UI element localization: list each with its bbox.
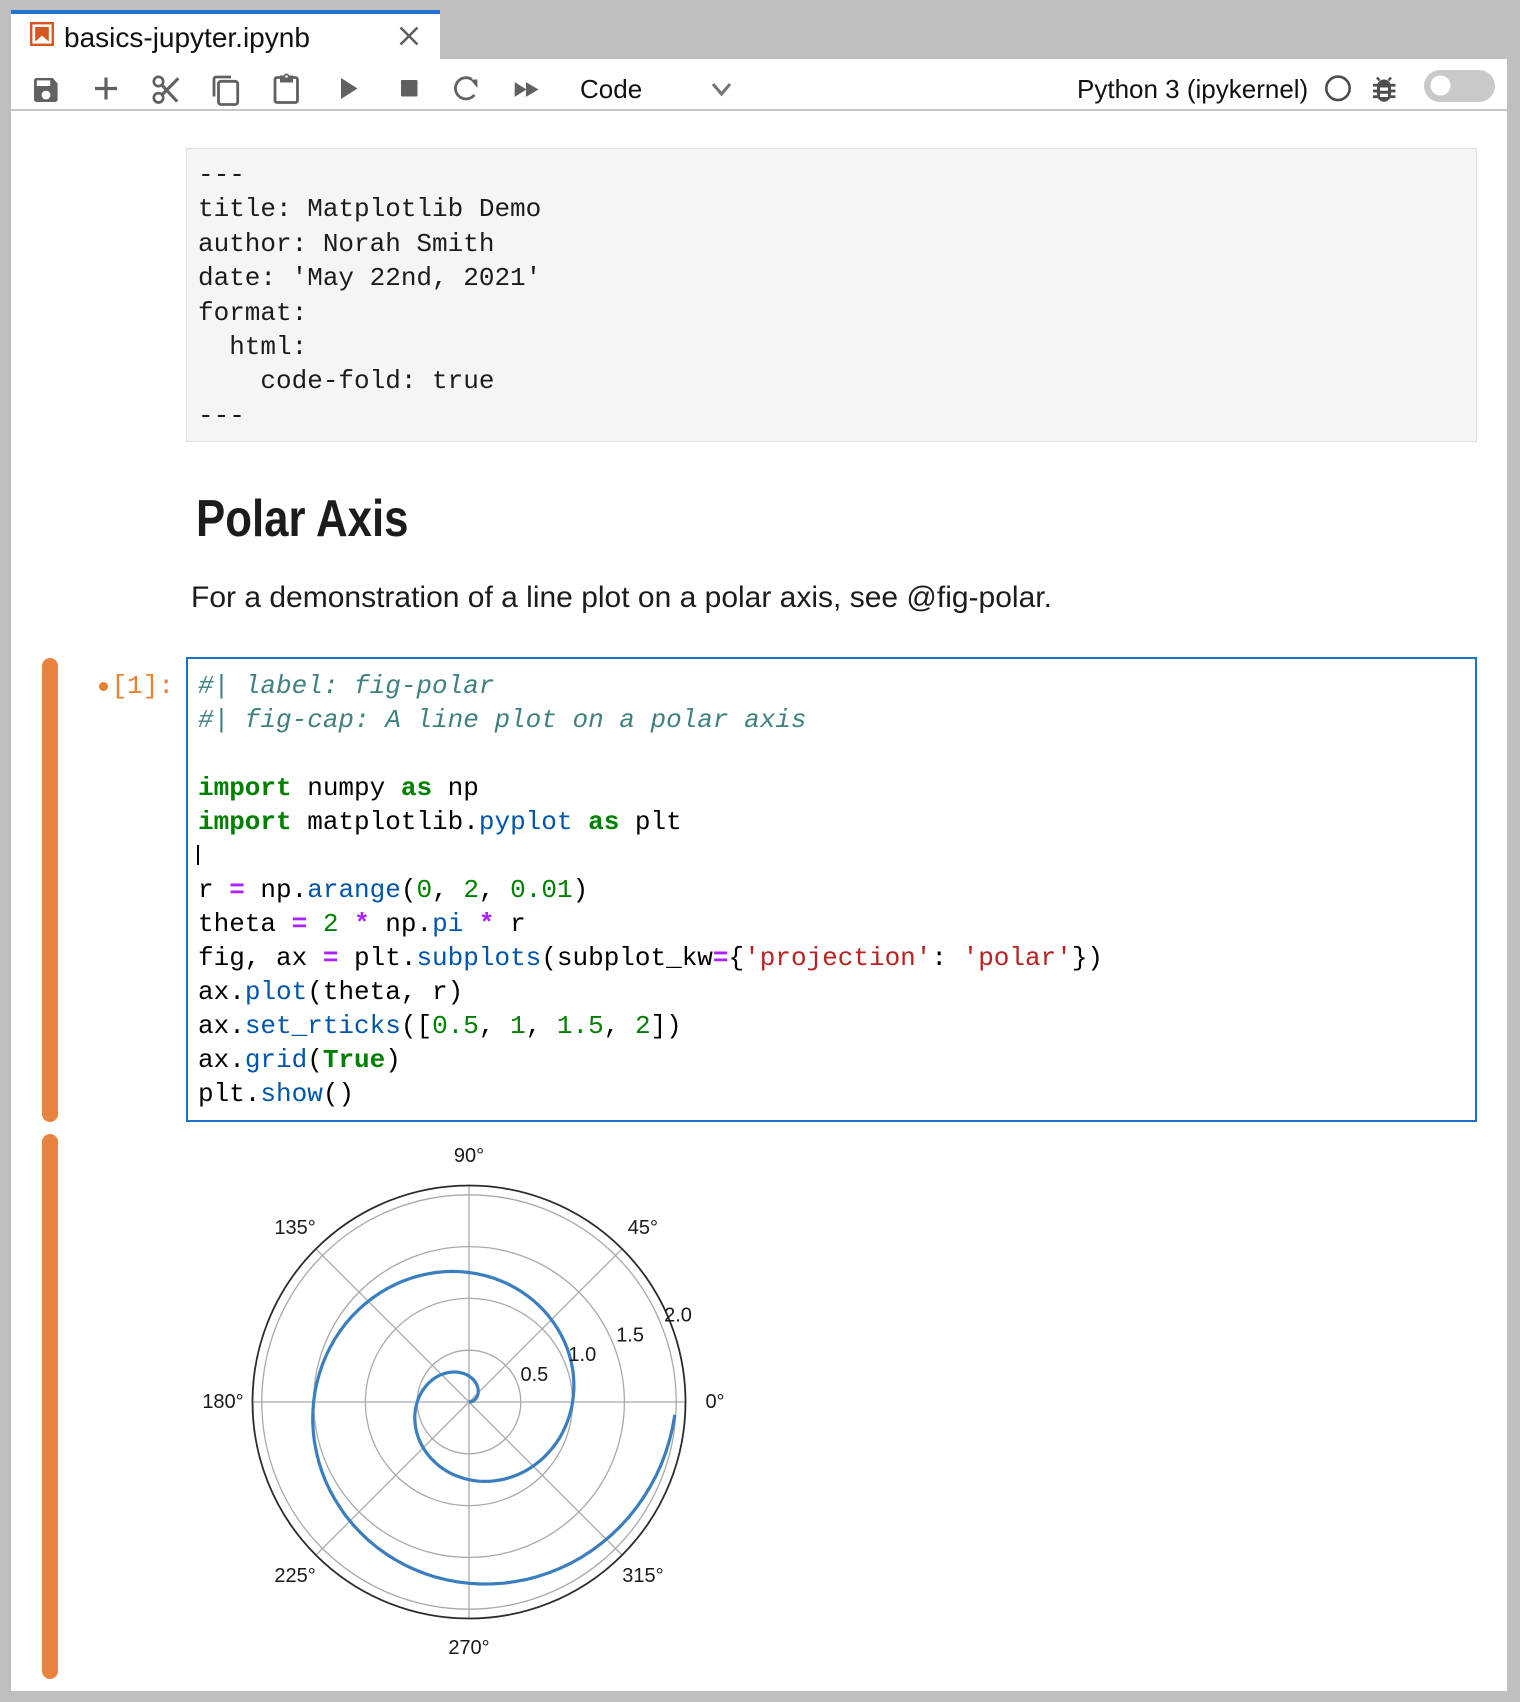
svg-text:0°: 0° [705, 1391, 724, 1413]
svg-text:180°: 180° [202, 1391, 243, 1413]
svg-text:135°: 135° [274, 1217, 315, 1239]
svg-text:2.0: 2.0 [664, 1304, 692, 1326]
svg-text:315°: 315° [622, 1565, 663, 1587]
svg-text:1.0: 1.0 [568, 1344, 596, 1366]
svg-text:225°: 225° [274, 1565, 315, 1587]
svg-text:45°: 45° [628, 1217, 658, 1239]
svg-text:0.5: 0.5 [520, 1364, 548, 1386]
svg-text:1.5: 1.5 [616, 1324, 644, 1346]
svg-text:270°: 270° [448, 1637, 489, 1659]
svg-text:90°: 90° [454, 1145, 484, 1167]
